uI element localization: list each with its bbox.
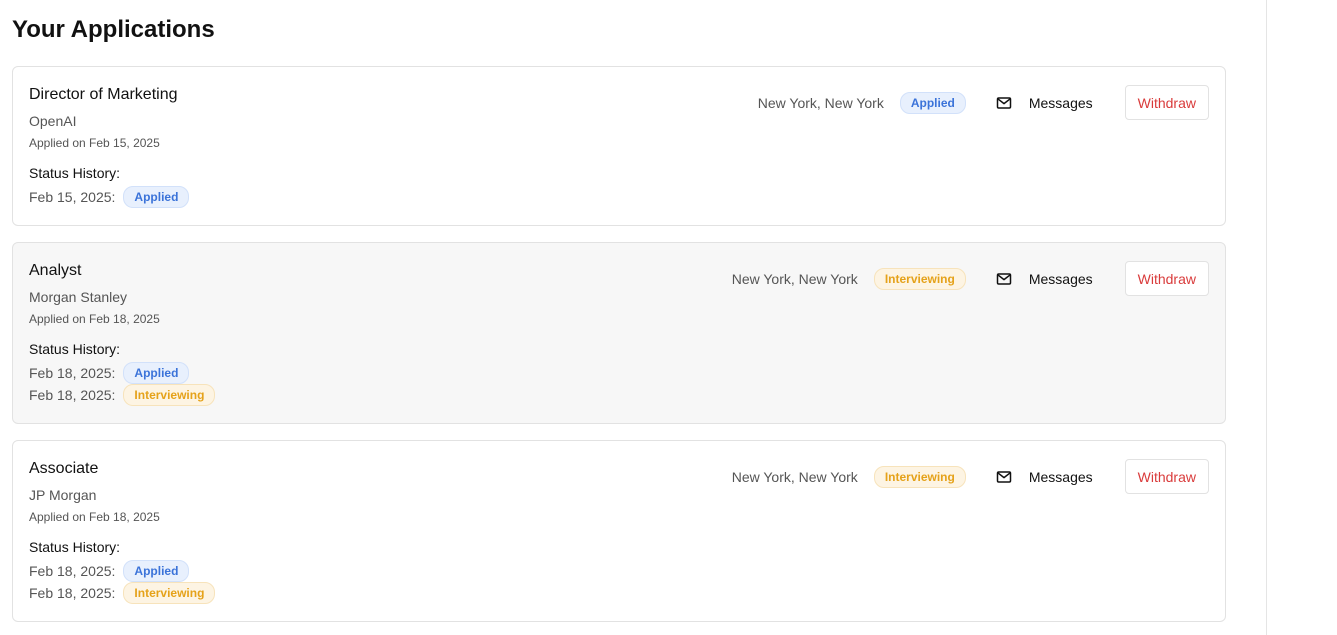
application-card: Associate JP Morgan Applied on Feb 18, 2… bbox=[12, 440, 1226, 622]
current-status-badge: Applied bbox=[899, 91, 966, 114]
status-history-row: Feb 15, 2025: Applied bbox=[29, 186, 190, 208]
application-card: Analyst Morgan Stanley Applied on Feb 18… bbox=[12, 242, 1226, 424]
job-title[interactable]: Director of Marketing bbox=[29, 86, 178, 104]
withdraw-button[interactable]: Withdraw bbox=[1124, 85, 1209, 120]
current-status-badge: Interviewing bbox=[873, 267, 966, 290]
applied-date: Applied on Feb 18, 2025 bbox=[29, 312, 160, 326]
status-badge: Applied bbox=[123, 362, 190, 384]
status-badge: Applied bbox=[123, 560, 190, 582]
history-date: Feb 18, 2025: bbox=[29, 563, 116, 579]
messages-button[interactable]: Messages bbox=[996, 469, 1093, 485]
status-history-label: Status History: bbox=[29, 539, 121, 555]
sidebar-divider bbox=[1266, 0, 1267, 635]
company-name: JP Morgan bbox=[29, 487, 97, 503]
withdraw-button[interactable]: Withdraw bbox=[1124, 261, 1209, 296]
page: Your Applications Director of Marketing … bbox=[0, 0, 1337, 635]
status-history: Feb 18, 2025: Applied Feb 18, 2025: Inte… bbox=[29, 362, 216, 406]
status-history-label: Status History: bbox=[29, 341, 121, 357]
status-history-row: Feb 18, 2025: Interviewing bbox=[29, 582, 216, 604]
job-location: New York, New York bbox=[731, 468, 858, 485]
page-title: Your Applications bbox=[12, 16, 215, 43]
withdraw-button[interactable]: Withdraw bbox=[1124, 459, 1209, 494]
history-date: Feb 18, 2025: bbox=[29, 585, 116, 601]
applied-date: Applied on Feb 18, 2025 bbox=[29, 510, 160, 524]
job-title[interactable]: Associate bbox=[29, 460, 98, 478]
applied-date: Applied on Feb 15, 2025 bbox=[29, 136, 160, 150]
messages-label: Messages bbox=[1028, 270, 1093, 287]
card-actions: New York, New York Applied Messages With… bbox=[758, 85, 1209, 120]
status-badge: Applied bbox=[123, 186, 190, 208]
mail-icon bbox=[996, 272, 1012, 285]
current-status-badge: Interviewing bbox=[873, 465, 966, 488]
status-badge: Interviewing bbox=[123, 384, 216, 406]
status-history-row: Feb 18, 2025: Interviewing bbox=[29, 384, 216, 406]
card-actions: New York, New York Interviewing Messages… bbox=[732, 459, 1209, 494]
status-history-row: Feb 18, 2025: Applied bbox=[29, 362, 215, 384]
status-history: Feb 15, 2025: Applied bbox=[29, 186, 190, 208]
card-actions: New York, New York Interviewing Messages… bbox=[732, 261, 1209, 296]
status-history-row: Feb 18, 2025: Applied bbox=[29, 560, 215, 582]
application-card: Director of Marketing OpenAI Applied on … bbox=[12, 66, 1226, 226]
company-name: OpenAI bbox=[29, 113, 77, 129]
history-date: Feb 18, 2025: bbox=[29, 365, 116, 381]
job-location: New York, New York bbox=[757, 94, 884, 111]
job-location: New York, New York bbox=[731, 270, 858, 287]
history-date: Feb 18, 2025: bbox=[29, 387, 116, 403]
company-name: Morgan Stanley bbox=[29, 289, 128, 305]
messages-button[interactable]: Messages bbox=[996, 95, 1093, 111]
messages-label: Messages bbox=[1028, 94, 1093, 111]
history-date: Feb 15, 2025: bbox=[29, 189, 116, 205]
mail-icon bbox=[996, 470, 1012, 483]
messages-button[interactable]: Messages bbox=[996, 271, 1093, 287]
messages-label: Messages bbox=[1028, 468, 1093, 485]
status-history: Feb 18, 2025: Applied Feb 18, 2025: Inte… bbox=[29, 560, 216, 604]
status-history-label: Status History: bbox=[29, 165, 121, 181]
mail-icon bbox=[996, 96, 1012, 109]
status-badge: Interviewing bbox=[123, 582, 216, 604]
job-title[interactable]: Analyst bbox=[29, 262, 81, 280]
